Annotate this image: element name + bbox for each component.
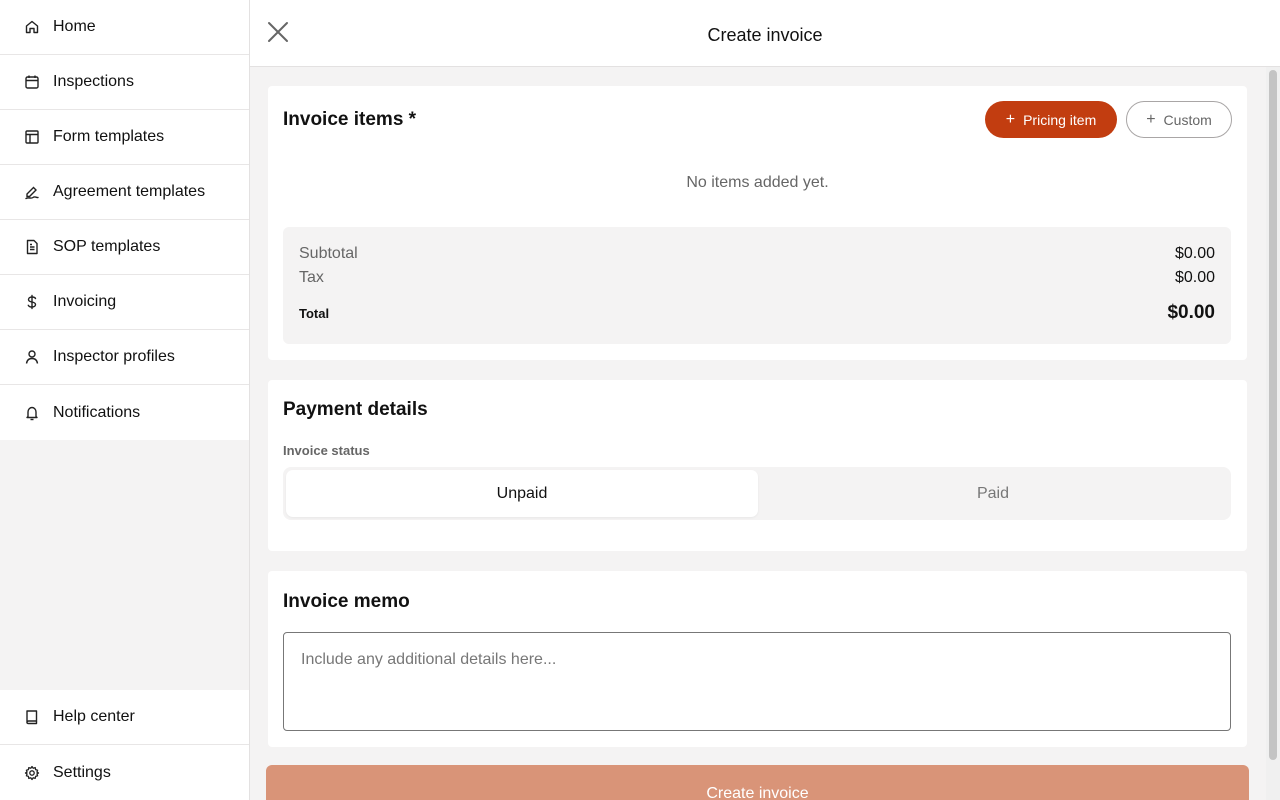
tax-value: $0.00 — [1174, 269, 1215, 286]
header: Create invoice — [250, 0, 1280, 67]
calendar-icon — [24, 74, 40, 90]
sidebar-item-form-templates[interactable]: Form templates — [0, 110, 249, 165]
sidebar-item-inspector-profiles[interactable]: Inspector profiles — [0, 330, 249, 385]
memo-input[interactable] — [283, 632, 1231, 731]
sidebar-item-notifications[interactable]: Notifications — [0, 385, 249, 440]
scrollbar-thumb[interactable] — [1269, 70, 1277, 760]
plus-icon: + — [1005, 110, 1016, 128]
sidebar-nav: Home Inspections Form templates Agreemen… — [0, 0, 249, 440]
sidebar-item-agreement-templates[interactable]: Agreement templates — [0, 165, 249, 220]
add-custom-item-button[interactable]: + Custom — [1126, 101, 1232, 138]
book-icon — [24, 709, 40, 725]
close-button[interactable] — [264, 20, 292, 48]
bell-icon — [24, 405, 40, 421]
plus-icon: + — [1146, 110, 1156, 128]
home-icon — [24, 19, 40, 35]
sidebar-item-label: Invoicing — [53, 293, 117, 310]
add-pricing-item-button[interactable]: + Pricing item — [985, 101, 1117, 138]
sidebar-item-sop-templates[interactable]: SOP templates — [0, 220, 249, 275]
sidebar-item-label: Inspections — [53, 73, 134, 90]
create-invoice-button[interactable]: Create invoice — [266, 765, 1249, 800]
invoice-status-label: Invoice status — [283, 443, 370, 458]
invoice-status-toggle: Unpaid Paid — [283, 467, 1231, 520]
signature-icon — [24, 184, 40, 200]
subtotal-row: Subtotal $0.00 — [299, 245, 1215, 263]
subtotal-value: $0.00 — [1174, 245, 1215, 262]
sidebar-item-label: Home — [53, 18, 96, 35]
gear-icon — [24, 765, 40, 781]
subtotal-label: Subtotal — [299, 245, 358, 262]
sidebar-item-label: Help center — [53, 708, 135, 725]
add-custom-item-label: Custom — [1163, 111, 1212, 128]
payment-details-title: Payment details — [283, 399, 428, 420]
sidebar-bottom-nav: Help center Settings — [0, 690, 249, 800]
sidebar-item-label: Agreement templates — [53, 183, 206, 200]
invoice-memo-title: Invoice memo — [283, 591, 410, 612]
page-title: Create invoice — [707, 25, 823, 45]
invoice-items-card: Invoice items * + Pricing item + Custom … — [268, 86, 1247, 360]
scrollbar[interactable] — [1266, 67, 1280, 800]
add-pricing-item-label: Pricing item — [1023, 111, 1097, 128]
total-value: $0.00 — [1167, 302, 1215, 323]
layout-icon — [24, 129, 40, 145]
sidebar-item-label: Inspector profiles — [53, 348, 175, 365]
invoice-items-title: Invoice items * — [283, 109, 417, 130]
payment-details-card: Payment details Invoice status Unpaid Pa… — [268, 380, 1247, 551]
total-row: Total $0.00 — [299, 302, 1215, 324]
document-icon — [24, 239, 40, 255]
tax-row: Tax $0.00 — [299, 269, 1215, 287]
sidebar-item-label: Form templates — [53, 128, 165, 145]
user-icon — [24, 349, 40, 365]
tax-label: Tax — [299, 269, 324, 286]
sidebar-item-invoicing[interactable]: Invoicing — [0, 275, 249, 330]
sidebar-item-help-center[interactable]: Help center — [0, 690, 249, 745]
dollar-icon — [24, 294, 40, 310]
status-option-unpaid[interactable]: Unpaid — [286, 470, 758, 517]
status-option-paid[interactable]: Paid — [757, 470, 1229, 517]
main-panel: Create invoice Invoice items * + Pricing… — [250, 0, 1280, 800]
close-icon — [266, 20, 290, 49]
invoice-memo-card: Invoice memo — [268, 571, 1247, 747]
invoice-summary: Subtotal $0.00 Tax $0.00 Total $0.00 — [283, 227, 1231, 344]
total-label: Total — [299, 305, 330, 321]
sidebar-item-label: Notifications — [53, 403, 141, 421]
sidebar-item-settings[interactable]: Settings — [0, 745, 249, 800]
sidebar-item-home[interactable]: Home — [0, 0, 249, 55]
sidebar-item-label: SOP templates — [53, 238, 161, 255]
sidebar: Home Inspections Form templates Agreemen… — [0, 0, 250, 800]
sidebar-item-label: Settings — [53, 763, 111, 781]
empty-items-text: No items added yet. — [686, 174, 829, 191]
sidebar-item-inspections[interactable]: Inspections — [0, 55, 249, 110]
